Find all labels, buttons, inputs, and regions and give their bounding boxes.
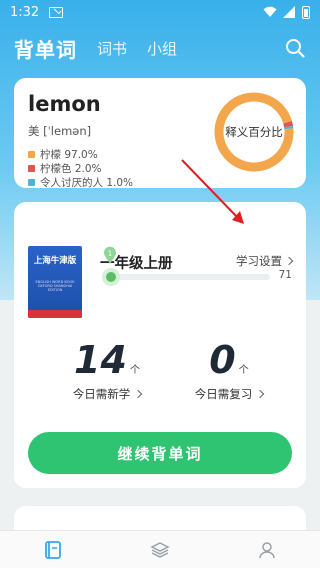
study-settings-label: 学习设置 [236,254,282,268]
review-words-count: 0 [209,338,236,382]
donut-center-label: 释义百分比 [225,125,283,139]
meaning-text: 令人讨厌的人 1.0% [40,176,134,189]
tab-word-books[interactable]: 词书 [97,38,127,59]
signal-icon [283,6,295,18]
chevron-right-icon [134,389,143,399]
legend-swatch [28,164,35,172]
legend-swatch [28,178,35,186]
new-words-unit: 个 [129,365,140,376]
word-of-day-card[interactable]: lemon 美 [ˈlemən] 柠檬 97.0% 柠檬色 2.0% 令人讨厌的… [14,78,306,189]
notification-mail-icon [49,6,64,18]
continue-memorize-button[interactable]: 继续背单词 [28,432,292,474]
status-bar: 1:32 [0,0,320,24]
top-nav: 背单词 词书 小组 [0,28,320,68]
progress-current: 1 [108,250,112,258]
progress-bubble: 1 [104,246,116,264]
search-icon[interactable] [284,37,306,59]
tab-memorize-words[interactable]: 背单词 [14,34,77,63]
new-words-stat[interactable]: 14 个 今日需新学 [52,340,162,402]
progress-knob [102,268,120,286]
tab-groups[interactable]: 小组 [147,38,177,59]
layers-icon[interactable] [150,540,170,560]
legend-swatch [28,150,35,158]
chevron-right-icon [284,256,294,266]
study-plan-card: 上海牛津版 ENGLISH WORD BOOK OXFORD SHANGHAI … [14,202,306,488]
meaning-donut-chart: 释义百分比 [212,90,296,174]
book-cover[interactable]: 上海牛津版 ENGLISH WORD BOOK OXFORD SHANGHAI … [28,246,82,318]
profile-icon[interactable] [257,540,277,560]
book-icon[interactable] [43,540,63,560]
book-cover-subtitle: ENGLISH WORD BOOK OXFORD SHANGHAI EDITIO… [35,280,75,292]
new-words-count: 14 [74,338,127,382]
new-words-label: 今日需新学 [72,387,131,401]
chevron-right-icon [256,389,265,399]
review-words-label: 今日需复习 [194,387,253,401]
status-time: 1:32 [10,4,40,20]
meaning-text: 柠檬色 2.0% [40,162,102,175]
study-settings-link[interactable]: 学习设置 [236,253,294,269]
meaning-text: 柠檬 97.0% [40,148,98,161]
progress-total: 71 [278,269,292,281]
book-cover-title: 上海牛津版 [33,256,77,266]
progress-track [106,274,270,280]
meaning-item: 令人讨厌的人 1.0% [28,175,292,189]
review-words-stat[interactable]: 0 个 今日需复习 [174,340,284,402]
bottom-nav [0,530,320,568]
book-cover-stripe [28,310,82,318]
battery-icon [302,5,310,19]
review-words-unit: 个 [238,365,249,376]
wifi-icon [263,6,277,17]
